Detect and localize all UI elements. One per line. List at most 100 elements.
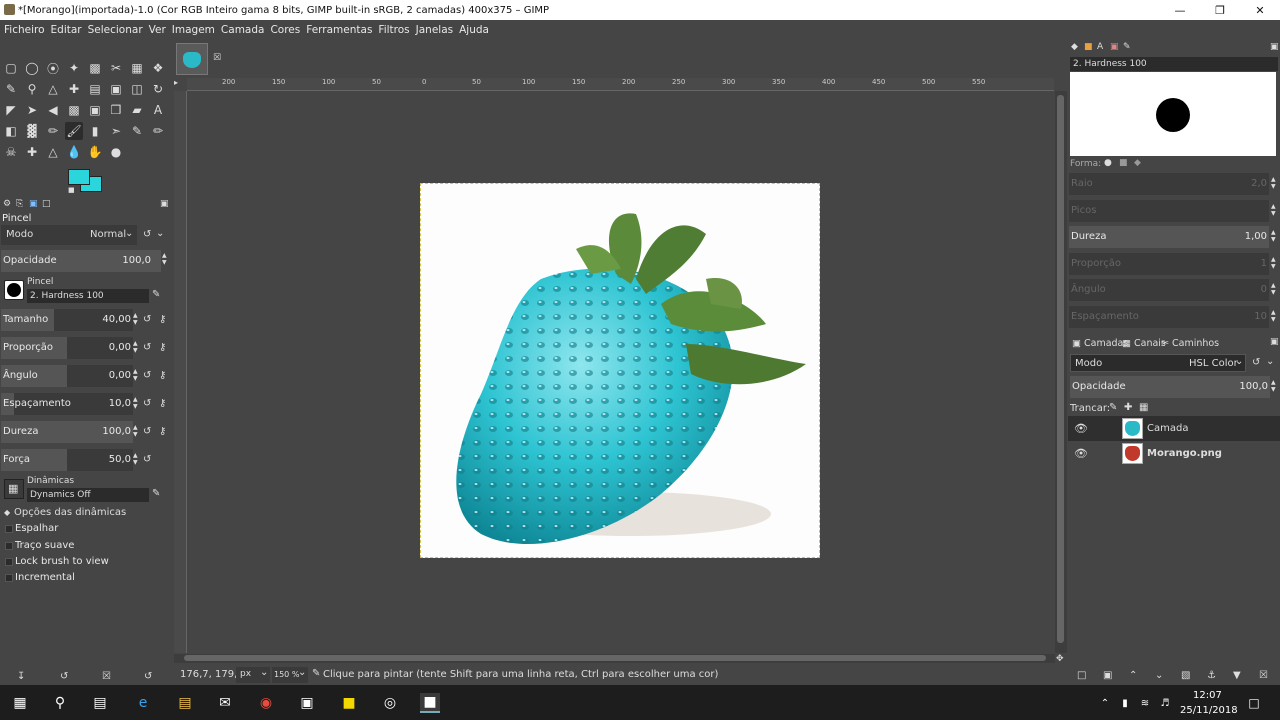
configure-tab-icon[interactable]: ▣ <box>160 199 169 209</box>
slider-5[interactable]: Força 50,0 <box>1 449 133 471</box>
windows-start-icon[interactable]: ▦ <box>10 693 30 713</box>
scale-icon[interactable]: ➤ <box>23 101 41 119</box>
mail-icon[interactable]: ✉ <box>215 693 235 713</box>
layer-row[interactable]: 👁 Camada <box>1068 416 1280 441</box>
diamond-shape-icon[interactable]: ◆ <box>1134 158 1141 168</box>
spin-arrows-icon[interactable]: ▲ ▼ <box>133 340 141 354</box>
layer-opacity-spin-icon[interactable]: ▲ ▼ <box>1271 379 1279 393</box>
spin-arrows-icon[interactable]: ▲ ▼ <box>1271 256 1279 270</box>
foreground-color-swatch[interactable] <box>68 169 90 185</box>
lasso-select-icon[interactable]: ⦿ <box>44 59 62 77</box>
reset-options-icon[interactable]: ↺ <box>144 671 152 682</box>
mode-dropdown[interactable]: Modo Normal ⌄ <box>1 225 137 245</box>
perspective-clone-icon[interactable]: △ <box>44 143 62 161</box>
square-shape-icon[interactable]: ■ <box>1119 158 1128 168</box>
menu-ajuda[interactable]: Ajuda <box>459 24 489 36</box>
image-tab-thumbnail[interactable] <box>176 43 208 75</box>
new-layer-group-icon[interactable]: □ <box>1077 670 1086 681</box>
dodge-burn-icon[interactable]: ● <box>107 143 125 161</box>
navigate-icon[interactable]: ✥ <box>1056 654 1064 664</box>
raise-layer-icon[interactable]: ⌃ <box>1129 670 1137 681</box>
chevron-down-icon[interactable]: ⌄ <box>156 228 164 239</box>
obs-icon[interactable]: ◎ <box>380 693 400 713</box>
bucket-fill-icon[interactable]: ◧ <box>2 122 20 140</box>
reset-mode-icon[interactable]: ↺ <box>143 229 151 240</box>
brushes-tab-icon[interactable]: ◆ <box>1071 42 1078 52</box>
device-status-tab-icon[interactable]: ⎘ <box>16 199 23 209</box>
edge-icon[interactable]: e <box>133 693 153 713</box>
spin-arrows-icon[interactable]: ▲ ▼ <box>1271 229 1279 243</box>
dynamics-field[interactable]: Dynamics Off <box>27 488 149 502</box>
menu-editar[interactable]: Editar <box>51 24 82 36</box>
spin-arrows-icon[interactable]: ▲ ▼ <box>1271 282 1279 296</box>
chevron-up-icon[interactable]: ⌃ <box>1095 693 1115 713</box>
crop-icon[interactable]: ▣ <box>107 80 125 98</box>
spin-arrows-icon[interactable]: ▲ ▼ <box>133 396 141 410</box>
layer-mode-dropdown[interactable]: Modo HSL Color ⌄ <box>1070 354 1246 372</box>
layers-tab[interactable]: ▣ Camadas <box>1072 338 1128 349</box>
task-view-icon[interactable]: ▤ <box>90 693 110 713</box>
brush-editor-slider-5[interactable]: Espaçamento 10 <box>1069 305 1269 328</box>
clock-date[interactable]: 25/11/2018 <box>1180 705 1238 716</box>
lock-position-icon[interactable]: ✚ <box>1124 402 1132 413</box>
lower-layer-icon[interactable]: ⌄ <box>1155 670 1163 681</box>
battery-icon[interactable]: ▮ <box>1115 693 1135 713</box>
perspective-icon[interactable]: ▩ <box>65 101 83 119</box>
brush-editor-slider-0[interactable]: Raio 2,0 <box>1069 173 1269 195</box>
maximize-button[interactable]: ❐ <box>1200 0 1240 20</box>
incremental-checkbox[interactable] <box>5 574 13 582</box>
notifications-icon[interactable]: □ <box>1244 693 1264 713</box>
lock-brush-checkbox[interactable] <box>5 558 13 566</box>
brush-editor-slider-2[interactable]: Dureza 1,00 <box>1069 226 1269 248</box>
menu-ver[interactable]: Ver <box>149 24 166 36</box>
paths-icon[interactable]: ❖ <box>149 59 167 77</box>
duplicate-layer-icon[interactable]: ▧ <box>1181 670 1190 681</box>
gradients-tab-icon[interactable]: ▣ <box>1110 42 1119 52</box>
clock-time[interactable]: 12:07 <box>1193 690 1222 701</box>
heal-icon[interactable]: ✚ <box>23 143 41 161</box>
align-icon[interactable]: ▤ <box>86 80 104 98</box>
brush-editor-name[interactable]: 2. Hardness 100 <box>1070 57 1278 71</box>
slider-3[interactable]: Espaçamento 10,0 <box>1 393 133 415</box>
slider-4[interactable]: Dureza 100,0 <box>1 421 133 443</box>
ellipse-select-icon[interactable]: ◯ <box>23 59 41 77</box>
link-icon[interactable]: ⚷ <box>159 426 166 437</box>
reset-slider-icon[interactable]: ↺ <box>143 314 151 325</box>
gradient-icon[interactable]: ▓ <box>23 122 41 140</box>
flip-icon[interactable]: ◀ <box>44 101 62 119</box>
store-icon[interactable]: ▣ <box>297 693 317 713</box>
save-options-icon[interactable]: ↧ <box>17 671 25 682</box>
horizontal-scroll-thumb[interactable] <box>184 655 1046 661</box>
menu-ferramentas[interactable]: Ferramentas <box>306 24 372 36</box>
edit-brush-icon[interactable]: ✎ <box>152 289 160 300</box>
expander-icon[interactable]: ◆ <box>4 508 10 517</box>
spin-arrows-icon[interactable]: ▲ ▼ <box>133 424 141 438</box>
lock-pixels-icon[interactable]: ✎ <box>1109 402 1117 413</box>
quick-mask-corner-icon[interactable]: ▸ <box>174 78 187 91</box>
blur-sharpen-icon[interactable]: 💧 <box>65 143 83 161</box>
chevron-down-icon[interactable]: ⌄ <box>1266 356 1274 367</box>
reset-slider-icon[interactable]: ↺ <box>143 370 151 381</box>
color-select-icon[interactable]: ▩ <box>86 59 104 77</box>
color-picker-icon[interactable]: ✎ <box>2 80 20 98</box>
eye-icon[interactable]: 👁 <box>1074 447 1088 460</box>
link-icon[interactable]: ⚷ <box>159 370 166 381</box>
dynamics-preview[interactable]: ▦ <box>4 479 24 499</box>
zoom-dropdown[interactable]: 150 % ⌄ <box>272 667 308 683</box>
slider-1[interactable]: Proporção 0,00 <box>1 337 133 359</box>
brush-name-field[interactable]: 2. Hardness 100 <box>27 289 149 303</box>
menu-ficheiro[interactable]: Ficheiro <box>4 24 45 36</box>
handle-transform-icon[interactable]: ▰ <box>128 101 146 119</box>
spin-arrows-icon[interactable]: ▲ ▼ <box>133 312 141 326</box>
minimize-button[interactable]: — <box>1160 0 1200 20</box>
ruler-horizontal[interactable]: 200 150 100 50 0 50 100 150 200 250 300 350 400 450 50… <box>187 78 1054 91</box>
paths-tab[interactable]: ✂ Caminhos <box>1161 338 1219 349</box>
delete-options-icon[interactable]: ☒ <box>102 671 111 682</box>
ink-icon[interactable]: ✎ <box>128 122 146 140</box>
file-explorer-icon[interactable]: ▤ <box>175 693 195 713</box>
menu-janelas[interactable]: Janelas <box>416 24 453 36</box>
image-canvas[interactable] <box>420 183 820 558</box>
spin-arrows-icon[interactable]: ▲ ▼ <box>133 368 141 382</box>
close-button[interactable]: ✕ <box>1240 0 1280 20</box>
unified-transform-icon[interactable]: ◫ <box>128 80 146 98</box>
